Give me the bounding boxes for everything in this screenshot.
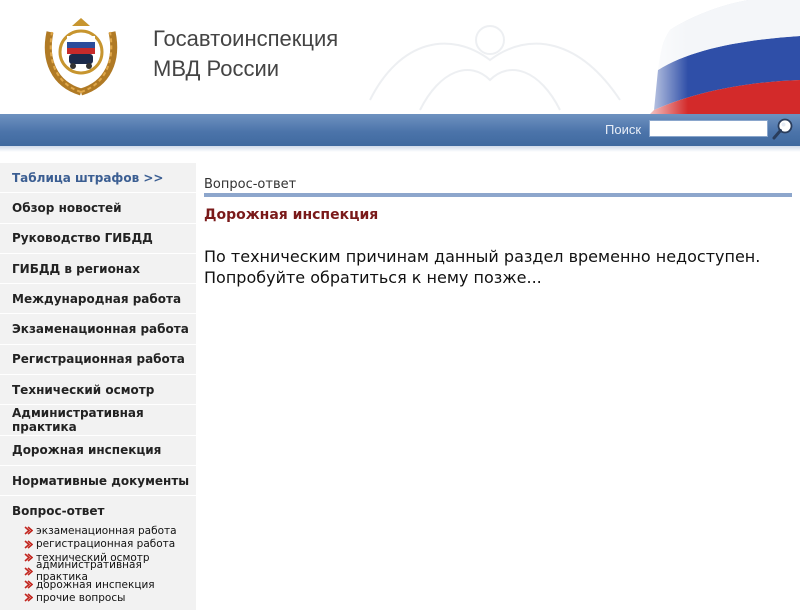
unavailable-message: По техническим причинам данный раздел вр…: [204, 246, 784, 288]
arrow-bullet-icon: [24, 526, 33, 536]
subnav-label: дорожная инспекция: [36, 578, 155, 591]
sidebar-subnav-qa: экзаменационная работа регистрационная р…: [0, 524, 196, 604]
section-divider: [204, 193, 792, 197]
subnav-label: экзаменационная работа: [36, 524, 177, 537]
sidebar-item-exams[interactable]: Экзаменационная работа: [0, 314, 196, 345]
subnav-item[interactable]: регистрационная работа: [24, 538, 196, 551]
site-title: Госавтоинспекция МВД России: [153, 24, 338, 84]
message-line2: Попробуйте обратиться к нему позже...: [204, 268, 542, 287]
search-label: Поиск: [605, 122, 642, 137]
sidebar-item-regulations[interactable]: Нормативные документы: [0, 466, 196, 497]
sidebar-item-road-inspection[interactable]: Дорожная инспекция: [0, 436, 196, 466]
arrow-bullet-icon: [24, 567, 33, 576]
arrow-bullet-icon: [24, 553, 33, 562]
sidebar-item-qa[interactable]: Вопрос-ответ: [0, 496, 196, 524]
sidebar-item-international[interactable]: Международная работа: [0, 284, 196, 315]
arrow-bullet-icon: [24, 580, 33, 589]
sidebar-item-fines-table[interactable]: Таблица штрафов >>: [0, 163, 196, 194]
eagle-watermark-icon: [369, 25, 621, 111]
sidebar-item-regions[interactable]: ГИБДД в регионах: [0, 254, 196, 285]
search-input[interactable]: [649, 120, 768, 137]
sidebar-nav: Таблица штрафов >> Обзор новостей Руково…: [0, 163, 196, 610]
subnav-label: прочие вопросы: [36, 591, 126, 604]
search-icon[interactable]: [771, 117, 795, 141]
site-title-line1: Госавтоинспекция: [153, 26, 339, 51]
page-title: Дорожная инспекция: [204, 207, 379, 223]
subnav-item[interactable]: прочие вопросы: [24, 591, 196, 604]
sidebar-item-management[interactable]: Руководство ГИБДД: [0, 224, 196, 254]
section-title: Вопрос-ответ: [204, 177, 297, 192]
arrow-bullet-icon: [24, 540, 33, 549]
subnav-item[interactable]: экзаменационная работа: [24, 524, 196, 537]
arrow-bullet-icon: [24, 593, 33, 603]
sidebar-item-news[interactable]: Обзор новостей: [0, 193, 196, 224]
message-line1: По техническим причинам данный раздел вр…: [204, 247, 761, 266]
sidebar-item-inspection[interactable]: Технический осмотр: [0, 375, 196, 406]
sidebar-item-admin-practice[interactable]: Административная практика: [0, 405, 196, 436]
subnav-item[interactable]: административная практика: [24, 559, 196, 583]
band-shadow: [0, 146, 800, 152]
russian-flag-icon: [640, 0, 800, 114]
site-header: Госавтоинспекция МВД России: [0, 0, 800, 114]
sidebar-item-registration[interactable]: Регистрационная работа: [0, 345, 196, 376]
subnav-label: регистрационная работа: [36, 538, 176, 551]
gibdd-emblem-icon[interactable]: [40, 14, 122, 96]
site-title-line2: МВД России: [153, 56, 280, 81]
